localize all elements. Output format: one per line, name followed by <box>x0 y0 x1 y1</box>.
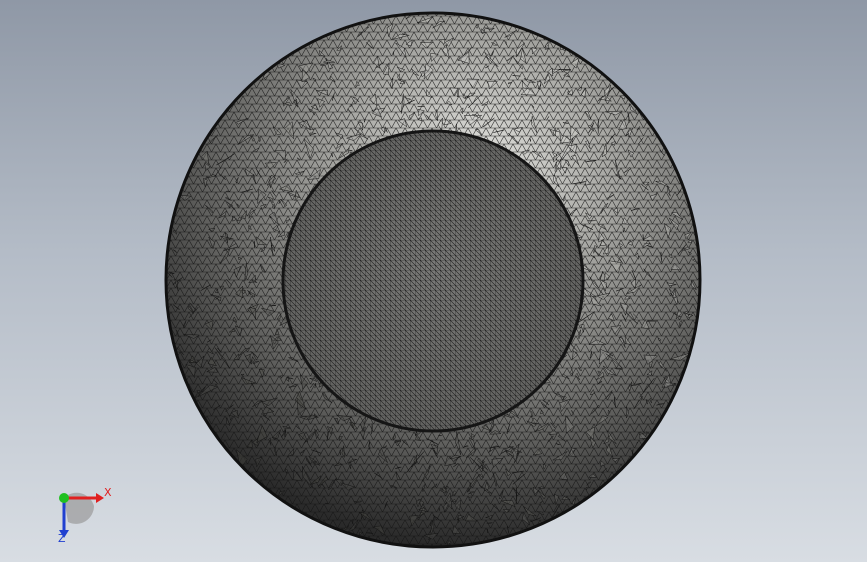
coordinate-triad: X Z <box>38 478 118 548</box>
meshed-sphere-model[interactable] <box>0 0 867 562</box>
x-axis-label: X <box>104 486 112 499</box>
inner-mesh-disc <box>281 129 585 433</box>
graphics-viewport[interactable]: X Z <box>0 0 867 562</box>
y-axis-dot <box>59 493 69 503</box>
z-axis-label: Z <box>58 532 66 545</box>
